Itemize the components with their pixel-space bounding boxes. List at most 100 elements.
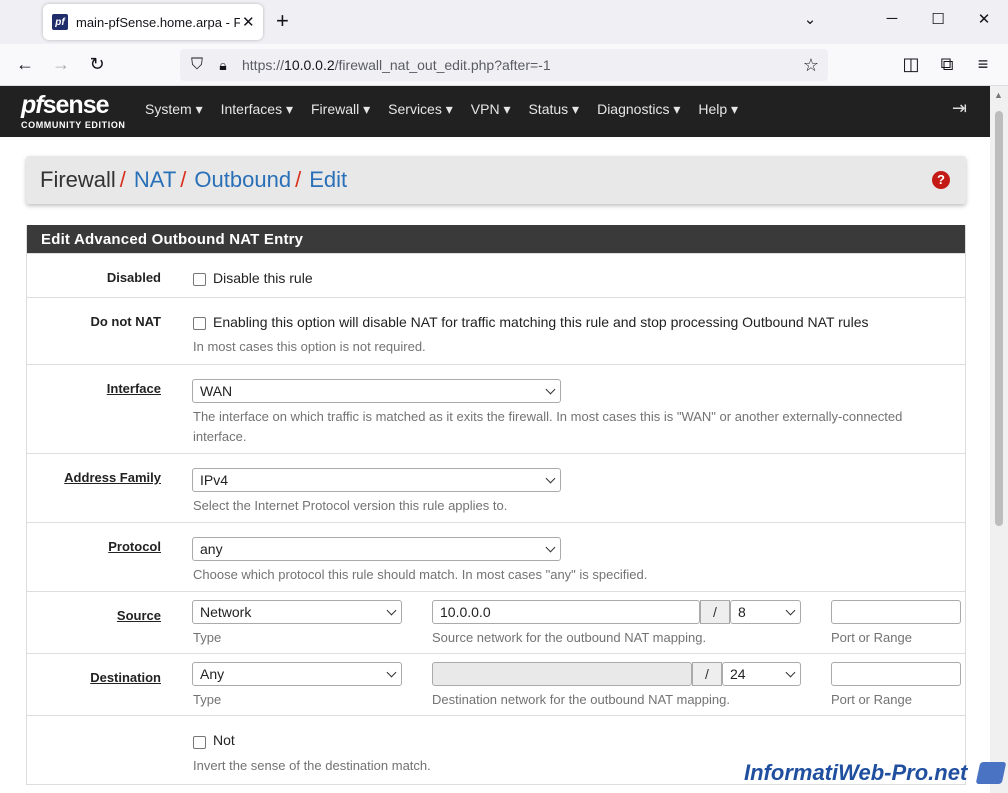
address-family-hint: Select the Internet Protocol version thi… bbox=[193, 498, 508, 513]
destination-port-hint: Port or Range bbox=[831, 692, 912, 707]
chevron-down-icon bbox=[545, 384, 556, 395]
breadcrumb-outbound[interactable]: Outbound bbox=[194, 167, 291, 192]
address-bar[interactable]: ⛉ 🔒︎ https://10.0.0.2/firewall_nat_out_e… bbox=[180, 49, 828, 81]
tab-title: main-pfSense.home.arpa - Fire bbox=[76, 14, 240, 30]
logo-subtitle: COMMUNITY EDITION bbox=[21, 120, 126, 130]
row-destination: Destination Any Type / 24 Destination ne… bbox=[27, 653, 965, 715]
scrollbar-thumb[interactable] bbox=[995, 111, 1003, 526]
edit-nat-panel: Edit Advanced Outbound NAT Entry Disable… bbox=[26, 225, 966, 785]
chevron-down-icon bbox=[386, 667, 397, 678]
do-not-nat-label: Do not NAT bbox=[90, 314, 161, 329]
destination-mask-select[interactable]: 24 bbox=[722, 662, 801, 686]
laptop-logo-icon bbox=[975, 762, 1007, 784]
help-icon[interactable]: ? bbox=[932, 171, 950, 189]
address-family-select[interactable]: IPv4 bbox=[192, 468, 561, 492]
disable-rule-checkbox[interactable] bbox=[193, 273, 206, 286]
not-checkbox[interactable] bbox=[193, 736, 206, 749]
interface-label: Interface bbox=[106, 381, 161, 396]
breadcrumb-separator: / bbox=[119, 167, 126, 192]
source-type-select[interactable]: Network bbox=[192, 600, 402, 624]
pocket-icon[interactable]: ◫ bbox=[900, 54, 922, 74]
disable-rule-text: Disable this rule bbox=[213, 270, 313, 286]
do-not-nat-text: Enabling this option will disable NAT fo… bbox=[213, 314, 869, 330]
browser-tab[interactable]: pf main-pfSense.home.arpa - Fire ✕ bbox=[43, 4, 263, 40]
extensions-icon[interactable]: ⧉ bbox=[936, 54, 958, 74]
chevron-down-icon bbox=[545, 542, 556, 553]
menu-system[interactable]: System ▾ bbox=[145, 101, 203, 118]
do-not-nat-checkbox[interactable] bbox=[193, 317, 206, 330]
menu-help[interactable]: Help ▾ bbox=[698, 101, 738, 118]
row-interface: Interface WAN The interface on which tra… bbox=[27, 364, 965, 453]
url-text[interactable]: https://10.0.0.2/firewall_nat_out_edit.p… bbox=[242, 57, 551, 73]
breadcrumb-edit[interactable]: Edit bbox=[309, 167, 347, 192]
chevron-down-icon bbox=[785, 667, 796, 678]
menu-interfaces[interactable]: Interfaces ▾ bbox=[221, 101, 293, 118]
menu-firewall[interactable]: Firewall ▾ bbox=[311, 101, 370, 118]
protocol-hint: Choose which protocol this rule should m… bbox=[193, 567, 648, 582]
breadcrumb-nat[interactable]: NAT bbox=[134, 167, 176, 192]
shield-icon[interactable]: ⛉ bbox=[186, 55, 208, 75]
menu-diagnostics[interactable]: Diagnostics ▾ bbox=[597, 101, 680, 118]
protocol-select[interactable]: any bbox=[192, 537, 561, 561]
not-text: Not bbox=[213, 732, 235, 748]
tab-list-chevron-icon[interactable]: ⌄ bbox=[800, 10, 820, 28]
maximize-icon[interactable]: ☐ bbox=[928, 10, 948, 28]
chevron-down-icon bbox=[785, 605, 796, 616]
destination-port-input[interactable] bbox=[831, 662, 961, 686]
new-tab-button[interactable]: + bbox=[276, 8, 289, 34]
back-arrow-icon[interactable]: ← bbox=[14, 54, 36, 74]
protocol-label: Protocol bbox=[108, 539, 161, 554]
destination-type-select[interactable]: Any bbox=[192, 662, 402, 686]
source-slash: / bbox=[700, 600, 730, 624]
not-hint: Invert the sense of the destination matc… bbox=[193, 758, 431, 773]
tab-close-icon[interactable]: ✕ bbox=[242, 13, 255, 31]
row-protocol: Protocol any Choose which protocol this … bbox=[27, 522, 965, 591]
main-menu: System ▾ Interfaces ▾ Firewall ▾ Service… bbox=[145, 101, 756, 118]
page-scrollbar[interactable]: ▲ bbox=[990, 86, 1008, 793]
menu-services[interactable]: Services ▾ bbox=[388, 101, 453, 118]
menu-status[interactable]: Status ▾ bbox=[528, 101, 579, 118]
pfsense-logo[interactable]: pfsense COMMUNITY EDITION bbox=[21, 92, 126, 130]
chevron-down-icon bbox=[386, 605, 397, 616]
row-address-family: Address Family IPv4 Select the Internet … bbox=[27, 453, 965, 522]
menu-vpn[interactable]: VPN ▾ bbox=[471, 101, 511, 118]
breadcrumb-separator: / bbox=[295, 167, 302, 192]
lock-icon[interactable]: 🔒︎ bbox=[212, 55, 234, 75]
destination-label: Destination bbox=[90, 670, 161, 685]
destination-network-input[interactable] bbox=[432, 662, 692, 686]
breadcrumb-root: Firewall bbox=[40, 167, 116, 192]
chevron-down-icon bbox=[545, 473, 556, 484]
panel-title: Edit Advanced Outbound NAT Entry bbox=[27, 225, 965, 253]
interface-select[interactable]: WAN bbox=[192, 379, 561, 403]
do-not-nat-hint: In most cases this option is not require… bbox=[193, 339, 426, 354]
app-menu-icon[interactable]: ≡ bbox=[972, 54, 994, 74]
address-family-label: Address Family bbox=[64, 470, 161, 485]
breadcrumb: Firewall / NAT / Outbound / Edit ? bbox=[26, 156, 966, 204]
browser-tab-bar: pf main-pfSense.home.arpa - Fire ✕ + ⌄ ─… bbox=[0, 0, 1008, 44]
minimize-icon[interactable]: ─ bbox=[882, 10, 902, 27]
destination-network-hint: Destination network for the outbound NAT… bbox=[432, 692, 730, 707]
destination-type-hint: Type bbox=[193, 692, 222, 707]
source-port-input[interactable] bbox=[831, 600, 961, 624]
interface-hint-2: interface. bbox=[193, 429, 247, 444]
browser-nav-bar: ← → ↻ ⛉ 🔒︎ https://10.0.0.2/firewall_nat… bbox=[0, 44, 1008, 86]
logout-icon[interactable]: ⇥ bbox=[952, 98, 967, 119]
row-do-not-nat: Do not NAT Enabling this option will dis… bbox=[27, 297, 965, 364]
row-disabled: Disabled Disable this rule bbox=[27, 253, 965, 297]
close-window-icon[interactable]: ✕ bbox=[974, 10, 994, 28]
source-type-hint: Type bbox=[193, 630, 222, 645]
disabled-label: Disabled bbox=[106, 270, 161, 285]
row-source: Source Network Type 10.0.0.0 / 8 Source … bbox=[27, 591, 965, 653]
breadcrumb-separator: / bbox=[180, 167, 187, 192]
source-port-hint: Port or Range bbox=[831, 630, 912, 645]
interface-hint-1: The interface on which traffic is matche… bbox=[193, 409, 903, 424]
forward-arrow-icon[interactable]: → bbox=[50, 54, 72, 74]
bookmark-star-icon[interactable]: ☆ bbox=[800, 55, 822, 75]
destination-slash: / bbox=[692, 662, 722, 686]
scroll-up-icon[interactable]: ▲ bbox=[994, 90, 1003, 100]
source-mask-select[interactable]: 8 bbox=[730, 600, 801, 624]
watermark-text: InformatiWeb-Pro.net bbox=[744, 760, 968, 785]
reload-icon[interactable]: ↻ bbox=[86, 54, 108, 74]
source-network-input[interactable]: 10.0.0.0 bbox=[432, 600, 700, 624]
pfsense-top-nav: pfsense COMMUNITY EDITION System ▾ Inter… bbox=[0, 86, 990, 137]
